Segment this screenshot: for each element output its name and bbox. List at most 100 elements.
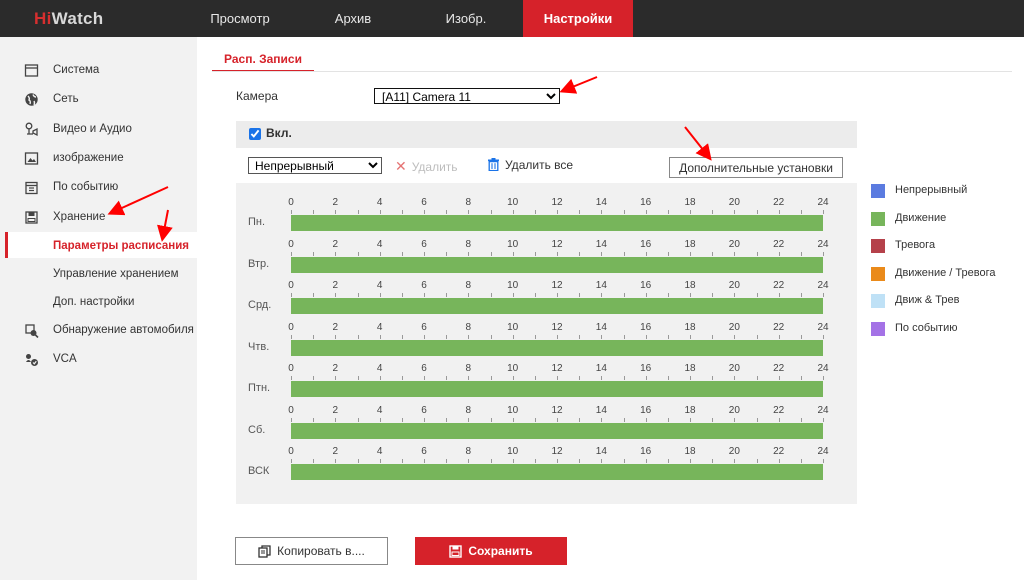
camera-select[interactable]: [A11] Camera 11 (374, 88, 560, 104)
sidebar-subitem-advanced-settings[interactable]: Доп. настройки (53, 291, 134, 313)
copy-to-button[interactable]: Копировать в.... (235, 537, 388, 565)
hour-label: 24 (817, 363, 829, 374)
storage-icon (25, 211, 38, 224)
day-label: Птн. (248, 382, 271, 394)
sidebar-item-storage[interactable]: Хранение (0, 206, 197, 228)
hour-ticks (291, 210, 824, 214)
delete-all-button[interactable]: Удалить все (487, 158, 573, 172)
schedule-bar[interactable] (291, 257, 823, 273)
hour-label: 0 (288, 197, 294, 208)
sidebar-item-network[interactable]: Сеть (0, 88, 197, 110)
hour-label: 2 (332, 197, 339, 208)
sidebar-item-label: По событию (53, 181, 119, 193)
legend-label: Тревога (895, 239, 936, 252)
hour-label: 14 (595, 239, 607, 250)
schedule-bar[interactable] (291, 381, 823, 397)
schedule-bar[interactable] (291, 215, 823, 231)
save-button[interactable]: Сохранить (415, 537, 567, 565)
sidebar-item-label: Обнаружение автомобиля (53, 324, 194, 336)
copy-icon (258, 545, 271, 558)
hour-label: 6 (421, 322, 427, 333)
tab-picture[interactable]: Изобр. (421, 0, 511, 37)
hour-label: 10 (507, 280, 519, 291)
hour-label: 6 (421, 197, 427, 208)
vca-icon (26, 354, 38, 366)
enable-checkbox[interactable] (249, 128, 261, 140)
save-label: Сохранить (468, 544, 533, 558)
hour-ticks (291, 376, 824, 380)
hour-label: 24 (817, 405, 829, 416)
sidebar-subitem-storage-management[interactable]: Управление хранением (53, 263, 179, 285)
hour-label: 12 (551, 197, 563, 208)
hour-label: 0 (288, 405, 294, 416)
logo-watch: Watch (51, 9, 104, 28)
schedule-bar[interactable] (291, 298, 823, 314)
hour-label: 22 (773, 322, 785, 333)
schedule-bar[interactable] (291, 423, 823, 439)
hour-label: 8 (465, 197, 472, 208)
sidebar-item-label: Хранение (53, 211, 106, 223)
camera-label: Камера (236, 89, 278, 103)
hour-ticks (291, 335, 824, 339)
record-type-select[interactable]: Непрерывный (248, 157, 382, 174)
sidebar-item-video-audio[interactable]: Видео и Аудио (0, 118, 197, 140)
hour-label: 12 (551, 239, 563, 250)
hour-label: 10 (507, 405, 519, 416)
tab-record-schedule[interactable]: Расп. Записи (212, 48, 314, 72)
hour-label: 0 (288, 446, 294, 457)
tab-configuration[interactable]: Настройки (523, 0, 633, 37)
hour-label: 4 (376, 446, 383, 457)
day-label: ВСК (248, 465, 270, 477)
hour-label: 0 (288, 322, 294, 333)
hour-label: 16 (640, 446, 652, 457)
hour-label: 16 (640, 280, 652, 291)
hour-label: 10 (507, 446, 519, 457)
day-label: Втр. (248, 258, 270, 270)
legend-label: Движение (895, 211, 947, 224)
legend-swatch (871, 266, 885, 281)
hour-label: 18 (684, 446, 696, 457)
hour-label: 8 (465, 363, 472, 374)
hour-ticks (291, 252, 824, 256)
sidebar-subitem-schedule-settings[interactable]: Параметры расписания (53, 235, 189, 257)
hour-label: 16 (640, 405, 652, 416)
sidebar-item-event[interactable]: По событию (0, 176, 197, 198)
sidebar-item-vehicle-detection[interactable]: Обнаружение автомобиля (0, 319, 197, 341)
hour-label: 4 (376, 405, 383, 416)
hour-ticks (291, 459, 824, 463)
hour-label: 18 (684, 363, 696, 374)
schedule-panel-header (236, 121, 857, 148)
hour-label: 6 (421, 363, 427, 374)
advanced-settings-button[interactable]: Дополнительные установки (669, 157, 843, 178)
sidebar-item-system[interactable]: Система (0, 59, 197, 81)
hour-label: 20 (728, 322, 740, 333)
hour-label: 8 (465, 280, 472, 291)
sidebar-item-image[interactable]: изображение (0, 147, 197, 169)
tab-live-view[interactable]: Просмотр (195, 0, 285, 37)
schedule-bar[interactable] (291, 464, 823, 480)
tab-playback[interactable]: Архив (308, 0, 398, 37)
schedule-bar[interactable] (291, 340, 823, 356)
hour-label: 16 (640, 197, 652, 208)
hour-label: 4 (376, 197, 383, 208)
hour-label: 4 (376, 322, 383, 333)
globe-icon (25, 93, 38, 106)
legend-label: Непрерывный (895, 184, 968, 196)
hour-label: 18 (684, 280, 696, 291)
hour-label: 14 (595, 197, 607, 208)
legend-swatch (871, 184, 885, 198)
day-label: Срд. (248, 299, 272, 311)
audio-video-icon (25, 122, 38, 137)
hour-label: 10 (507, 363, 519, 374)
hour-label: 22 (773, 405, 785, 416)
hour-label: 20 (728, 197, 740, 208)
sidebar-active-indicator (5, 232, 8, 258)
close-icon: ✕ (395, 158, 407, 174)
hour-label: 18 (684, 197, 696, 208)
delete-all-label: Удалить все (505, 158, 574, 172)
hour-label: 0 (288, 280, 294, 291)
delete-button[interactable]: ✕ Удалить (395, 158, 458, 175)
sidebar-item-vca[interactable]: VCA (0, 348, 197, 370)
hour-label: 8 (465, 322, 472, 333)
enable-label: Вкл. (266, 126, 292, 140)
